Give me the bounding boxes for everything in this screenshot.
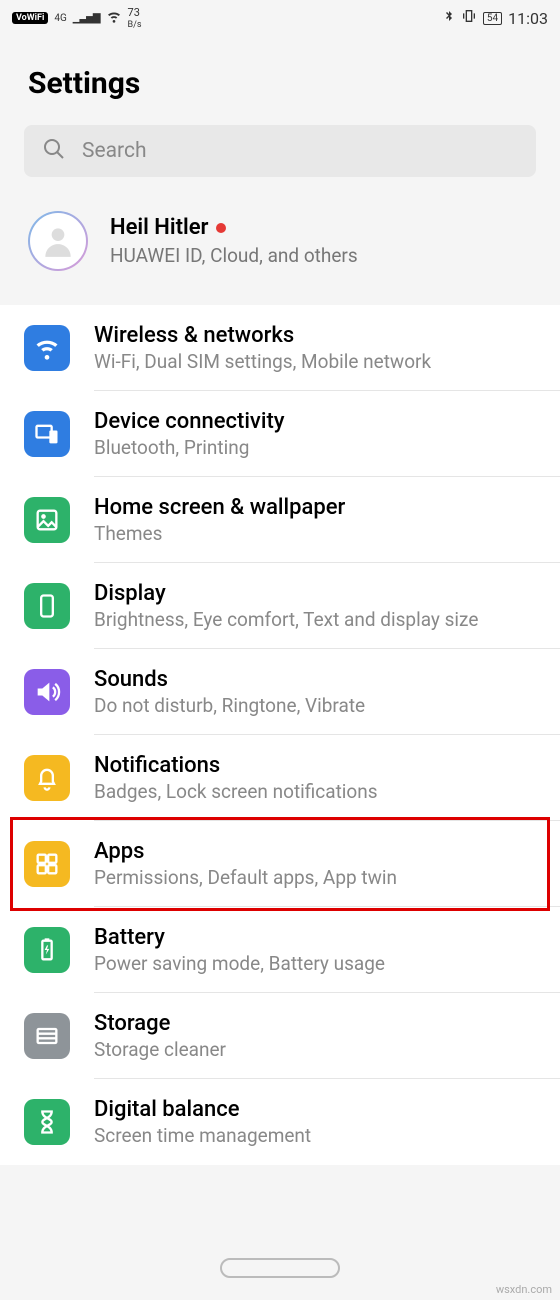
page-title: Settings: [0, 36, 560, 125]
item-text: Notifications Badges, Lock screen notifi…: [94, 753, 560, 803]
item-text: Digital balance Screen time management: [94, 1097, 560, 1147]
clock: 11:03: [508, 9, 548, 28]
home-wallpaper-icon: [24, 497, 70, 543]
digital-balance-icon: [24, 1099, 70, 1145]
battery-indicator: 54: [483, 12, 502, 25]
battery-icon: [24, 927, 70, 973]
avatar: [28, 211, 88, 271]
item-text: Device connectivity Bluetooth, Printing: [94, 409, 560, 459]
account-name-label: Heil Hitler: [110, 215, 208, 240]
list-item[interactable]: Sounds Do not disturb, Ringtone, Vibrate: [0, 649, 560, 735]
bluetooth-icon: [443, 8, 455, 28]
item-sub: Permissions, Default apps, App twin: [94, 866, 560, 889]
item-text: Battery Power saving mode, Battery usage: [94, 925, 560, 975]
sounds-icon: [24, 669, 70, 715]
display-icon: [24, 583, 70, 629]
signal-bars-icon: ▁▃▅▇: [73, 13, 100, 24]
settings-list: Wireless & networks Wi-Fi, Dual SIM sett…: [0, 305, 560, 1165]
list-item[interactable]: Home screen & wallpaper Themes: [0, 477, 560, 563]
cellular-icon: 4G: [54, 13, 66, 24]
list-item[interactable]: Battery Power saving mode, Battery usage: [0, 907, 560, 993]
item-text: Apps Permissions, Default apps, App twin: [94, 839, 560, 889]
item-text: Sounds Do not disturb, Ringtone, Vibrate: [94, 667, 560, 717]
devices-icon: [24, 411, 70, 457]
account-name: Heil Hitler: [110, 215, 532, 240]
list-item[interactable]: Display Brightness, Eye comfort, Text an…: [0, 563, 560, 649]
item-text: Home screen & wallpaper Themes: [94, 495, 560, 545]
storage-icon: [24, 1013, 70, 1059]
apps-icon: [24, 841, 70, 887]
wifi-icon: [24, 325, 70, 371]
item-text: Storage Storage cleaner: [94, 1011, 560, 1061]
vowifi-badge: VoWiFi: [12, 12, 48, 24]
item-title: Sounds: [94, 667, 560, 692]
vibrate-icon: [461, 8, 477, 28]
item-sub: Storage cleaner: [94, 1038, 560, 1061]
status-left: VoWiFi 4G ▁▃▅▇ 73B/s: [12, 7, 142, 30]
item-sub: Themes: [94, 522, 560, 545]
list-item[interactable]: Storage Storage cleaner: [0, 993, 560, 1079]
list-item[interactable]: Digital balance Screen time management: [0, 1079, 560, 1165]
list-item[interactable]: Notifications Badges, Lock screen notifi…: [0, 735, 560, 821]
item-sub: Brightness, Eye comfort, Text and displa…: [94, 608, 560, 631]
account-text: Heil Hitler HUAWEI ID, Cloud, and others: [110, 215, 532, 267]
account-row[interactable]: Heil Hitler HUAWEI ID, Cloud, and others: [0, 191, 560, 295]
item-sub: Badges, Lock screen notifications: [94, 780, 560, 803]
item-title: Wireless & networks: [94, 323, 560, 348]
search-icon: [42, 137, 66, 165]
account-sub: HUAWEI ID, Cloud, and others: [110, 244, 532, 267]
status-right: 54 11:03: [443, 8, 548, 28]
watermark: wsxdn.com: [496, 1283, 552, 1296]
list-item[interactable]: Apps Permissions, Default apps, App twin: [0, 821, 560, 907]
notifications-icon: [24, 755, 70, 801]
item-title: Device connectivity: [94, 409, 560, 434]
item-text: Wireless & networks Wi-Fi, Dual SIM sett…: [94, 323, 560, 373]
item-title: Battery: [94, 925, 560, 950]
item-sub: Wi-Fi, Dual SIM settings, Mobile network: [94, 350, 560, 373]
search-placeholder: Search: [82, 139, 147, 163]
item-text: Display Brightness, Eye comfort, Text an…: [94, 581, 560, 631]
item-title: Home screen & wallpaper: [94, 495, 560, 520]
nav-pill[interactable]: [220, 1258, 340, 1278]
status-bar: VoWiFi 4G ▁▃▅▇ 73B/s 54 11:03: [0, 0, 560, 36]
item-sub: Bluetooth, Printing: [94, 436, 560, 459]
list-item[interactable]: Wireless & networks Wi-Fi, Dual SIM sett…: [0, 305, 560, 391]
item-sub: Screen time management: [94, 1124, 560, 1147]
item-title: Apps: [94, 839, 560, 864]
list-item[interactable]: Device connectivity Bluetooth, Printing: [0, 391, 560, 477]
notification-dot-icon: [216, 223, 226, 233]
item-title: Digital balance: [94, 1097, 560, 1122]
item-title: Display: [94, 581, 560, 606]
item-sub: Power saving mode, Battery usage: [94, 952, 560, 975]
speed-indicator: 73B/s: [128, 7, 142, 30]
item-title: Storage: [94, 1011, 560, 1036]
search-bar[interactable]: Search: [24, 125, 536, 177]
wifi-small-icon: [106, 8, 122, 28]
item-sub: Do not disturb, Ringtone, Vibrate: [94, 694, 560, 717]
item-title: Notifications: [94, 753, 560, 778]
